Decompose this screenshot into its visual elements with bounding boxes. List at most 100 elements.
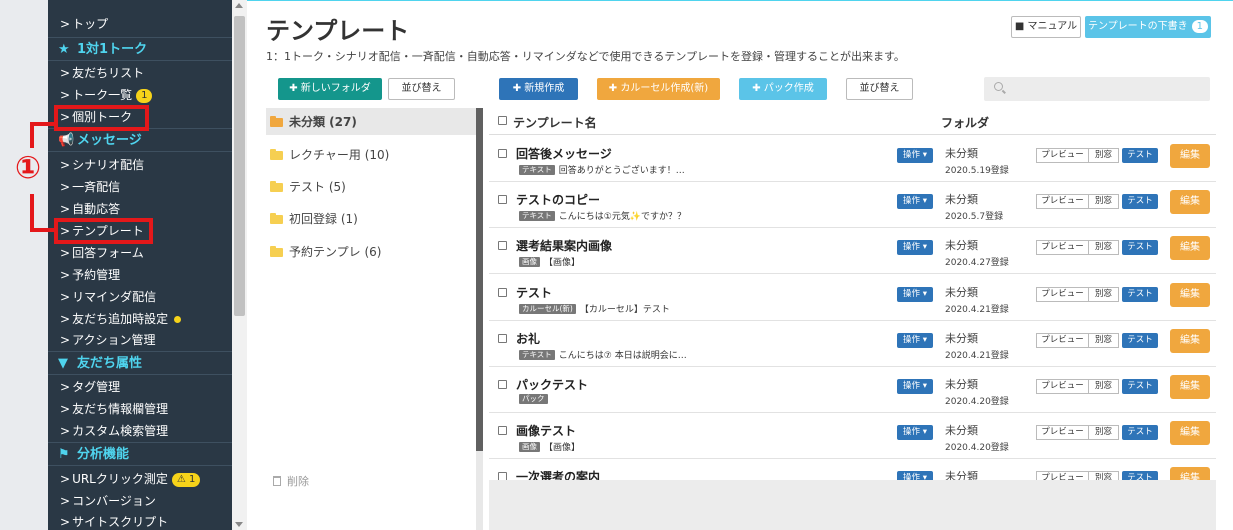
new-template-button[interactable]: ✚ 新規作成 bbox=[499, 78, 578, 100]
test-send-button[interactable]: テスト bbox=[1122, 425, 1158, 441]
sidebar-item-friend-add-settings[interactable]: > 友だち追加時設定 bbox=[60, 309, 182, 329]
row-checkbox[interactable] bbox=[498, 333, 507, 343]
template-draft-button[interactable]: テンプレートの下書き 1 bbox=[1085, 16, 1211, 38]
search-icon bbox=[994, 82, 1003, 91]
sidebar-item-scenario[interactable]: > シナリオ配信 bbox=[60, 155, 144, 175]
sort-templates-button[interactable]: 並び替え bbox=[846, 78, 913, 100]
sidebar-item-reminder[interactable]: > リマインダ配信 bbox=[60, 287, 156, 307]
edit-button[interactable]: 編集 bbox=[1170, 236, 1210, 261]
preview-button[interactable]: プレビュー bbox=[1036, 240, 1089, 256]
edit-button[interactable]: 編集 bbox=[1170, 190, 1210, 215]
operations-dropdown[interactable]: 操作 ▾ bbox=[897, 194, 933, 210]
new-window-button[interactable]: 別窓 bbox=[1089, 425, 1119, 441]
sidebar-item-top[interactable]: > トップ bbox=[60, 14, 108, 34]
test-send-button[interactable]: テスト bbox=[1122, 148, 1158, 163]
new-window-button[interactable]: 別窓 bbox=[1089, 148, 1119, 163]
template-name[interactable]: パックテスト bbox=[516, 376, 588, 393]
sidebar-item-custom-search[interactable]: > カスタム検索管理 bbox=[60, 421, 168, 441]
operations-dropdown[interactable]: 操作 ▾ bbox=[897, 240, 933, 256]
template-name[interactable]: 回答後メッセージ bbox=[516, 145, 612, 162]
chevron-right-icon: > bbox=[60, 515, 71, 529]
new-folder-button[interactable]: ✚ 新しいフォルダ bbox=[278, 78, 382, 100]
row-checkbox[interactable] bbox=[498, 472, 507, 480]
new-window-button[interactable]: 別窓 bbox=[1089, 471, 1119, 480]
sidebar-item-site-script[interactable]: > サイトスクリプト bbox=[60, 512, 168, 530]
test-send-button[interactable]: テスト bbox=[1122, 332, 1158, 348]
operations-dropdown[interactable]: 操作 ▾ bbox=[897, 286, 933, 302]
operations-dropdown[interactable]: 操作 ▾ bbox=[897, 425, 933, 441]
operations-dropdown[interactable]: 操作 ▾ bbox=[897, 332, 933, 348]
row-checkbox[interactable] bbox=[498, 380, 507, 389]
sidebar-item-talk-list[interactable]: > トーク一覧 1 bbox=[60, 85, 153, 105]
sidebar-item-action[interactable]: > アクション管理 bbox=[60, 330, 155, 350]
scroll-up-icon[interactable] bbox=[235, 3, 243, 8]
template-name[interactable]: 選考結果案内画像 bbox=[516, 237, 612, 254]
row-checkbox[interactable] bbox=[498, 241, 507, 251]
test-send-button[interactable]: テスト bbox=[1122, 379, 1158, 394]
operations-dropdown[interactable]: 操作 ▾ bbox=[897, 379, 933, 394]
folder-item-lecture[interactable]: レクチャー用 (10) bbox=[270, 145, 389, 165]
test-send-button[interactable]: テスト bbox=[1122, 286, 1158, 302]
carousel-create-button[interactable]: ✚ カルーセル作成(新) bbox=[597, 78, 720, 100]
sidebar-item-conversion[interactable]: > コンバージョン bbox=[60, 491, 156, 511]
sidebar-item-broadcast[interactable]: > 一斉配信 bbox=[60, 177, 120, 197]
edit-button[interactable]: 編集 bbox=[1170, 375, 1210, 399]
template-name[interactable]: 画像テスト bbox=[516, 422, 576, 439]
operations-dropdown[interactable]: 操作 ▾ bbox=[897, 471, 933, 480]
test-send-button[interactable]: テスト bbox=[1122, 240, 1158, 256]
megaphone-icon: 📢 bbox=[58, 133, 75, 148]
preview-button[interactable]: プレビュー bbox=[1036, 194, 1089, 210]
select-all-checkbox[interactable] bbox=[498, 116, 507, 125]
table-row: 回答後メッセージ テキスト 回答ありがとうございます！… 操作 ▾ 未分類 2020.5.… bbox=[489, 136, 1216, 182]
sidebar-item-label: 自動応答 bbox=[72, 202, 121, 216]
sidebar-item-friend-list[interactable]: > 友だちリスト bbox=[60, 63, 144, 83]
test-send-button[interactable]: テスト bbox=[1122, 194, 1158, 210]
new-window-button[interactable]: 別窓 bbox=[1089, 194, 1119, 210]
template-name[interactable]: テスト bbox=[516, 284, 552, 301]
scroll-down-icon[interactable] bbox=[235, 522, 243, 527]
sidebar-item-auto-reply[interactable]: > 自動応答 bbox=[60, 199, 120, 219]
row-checkbox[interactable] bbox=[498, 426, 507, 436]
template-date: 2020.4.21登録 bbox=[945, 304, 1009, 315]
sidebar-item-friend-info[interactable]: > 友だち情報欄管理 bbox=[60, 399, 168, 419]
new-window-button[interactable]: 別窓 bbox=[1089, 286, 1119, 302]
edit-button[interactable]: 編集 bbox=[1170, 144, 1210, 168]
folder-item-test[interactable]: テスト (5) bbox=[270, 177, 346, 197]
manual-button[interactable]: ■ マニュアル bbox=[1011, 16, 1081, 38]
sidebar-item-reservation[interactable]: > 予約管理 bbox=[60, 265, 120, 285]
pack-create-button[interactable]: ✚ パック作成 bbox=[739, 78, 827, 100]
edit-button[interactable]: 編集 bbox=[1170, 421, 1210, 446]
preview-button[interactable]: プレビュー bbox=[1036, 148, 1089, 163]
folder-item-first-registration[interactable]: 初回登録 (1) bbox=[270, 209, 358, 229]
preview-button[interactable]: プレビュー bbox=[1036, 379, 1089, 394]
sidebar-item-answer-form[interactable]: > 回答フォーム bbox=[60, 243, 144, 263]
preview-button[interactable]: プレビュー bbox=[1036, 471, 1089, 480]
folder-item-uncategorized[interactable]: 未分類 (27) bbox=[270, 112, 357, 132]
preview-button[interactable]: プレビュー bbox=[1036, 425, 1089, 441]
new-window-button[interactable]: 別窓 bbox=[1089, 240, 1119, 256]
edit-button[interactable]: 編集 bbox=[1170, 282, 1210, 307]
sort-folders-button[interactable]: 並び替え bbox=[388, 78, 455, 100]
folder-item-reservation[interactable]: 予約テンプレ (6) bbox=[270, 242, 381, 262]
new-window-button[interactable]: 別窓 bbox=[1089, 379, 1119, 394]
template-name[interactable]: 一次選考の案内 bbox=[516, 468, 600, 480]
new-window-button[interactable]: 別窓 bbox=[1089, 332, 1119, 348]
delete-button[interactable]: 削除 bbox=[273, 473, 309, 489]
template-name[interactable]: テストのコピー bbox=[516, 191, 600, 208]
template-name[interactable]: お礼 bbox=[516, 330, 540, 347]
test-send-button[interactable]: テスト bbox=[1122, 471, 1158, 480]
sidebar-scrollbar[interactable] bbox=[232, 0, 247, 530]
row-checkbox[interactable] bbox=[498, 195, 507, 205]
sidebar-item-url-click[interactable]: > URLクリック測定 ⚠ 1 bbox=[60, 469, 201, 489]
operations-dropdown[interactable]: 操作 ▾ bbox=[897, 148, 933, 163]
preview-button[interactable]: プレビュー bbox=[1036, 332, 1089, 348]
row-checkbox[interactable] bbox=[498, 149, 507, 158]
row-checkbox[interactable] bbox=[498, 287, 507, 297]
preview-button[interactable]: プレビュー bbox=[1036, 286, 1089, 302]
panel-divider[interactable] bbox=[476, 108, 483, 451]
edit-button[interactable]: 編集 bbox=[1170, 328, 1210, 353]
scrollbar-thumb[interactable] bbox=[234, 16, 245, 316]
sidebar-item-tag[interactable]: > タグ管理 bbox=[60, 377, 120, 397]
search-input[interactable] bbox=[984, 77, 1210, 101]
edit-button[interactable]: 編集 bbox=[1170, 467, 1210, 480]
